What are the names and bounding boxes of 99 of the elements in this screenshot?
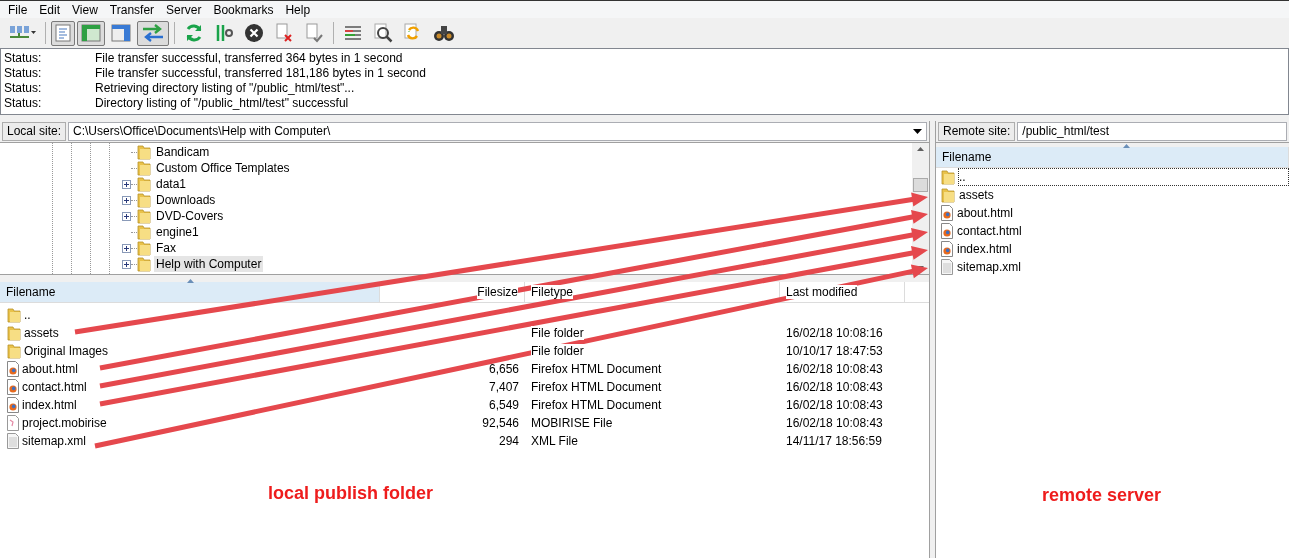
tree-item[interactable]: Downloads <box>154 192 218 208</box>
file-name[interactable]: Original Images <box>24 342 109 360</box>
browser-file-icon <box>941 205 953 221</box>
menu-item[interactable]: Help <box>279 0 317 19</box>
folder-icon <box>137 208 151 224</box>
tree-item[interactable]: Bandicam <box>154 144 212 160</box>
tree-item[interactable]: engine1 <box>154 224 201 240</box>
file-type: Firefox HTML Document <box>531 380 662 394</box>
file-type: File folder <box>531 326 584 340</box>
site-path-field[interactable]: C:\Users\Office\Documents\Help with Computer\ <box>68 122 927 141</box>
file-type: Firefox HTML Document <box>531 362 662 376</box>
folder-icon <box>137 192 151 208</box>
column-header[interactable]: Filename <box>936 147 1289 167</box>
log-message: Directory listing of "/public_html/test" successful <box>95 96 349 111</box>
folder-icon <box>137 240 151 256</box>
tree-toggle-icon[interactable] <box>77 20 105 46</box>
folder-icon <box>137 176 151 192</box>
log-message: File transfer successful, transferred 181,186 bytes in 1 second <box>95 66 426 81</box>
file-name[interactable]: .. <box>24 306 31 324</box>
file-name[interactable]: project.mobirise <box>22 414 107 432</box>
modified-date: 16/02/18 10:08:43 <box>786 380 883 394</box>
browser-file-icon <box>7 397 19 413</box>
log-message: File transfer successful, transferred 364 bytes in 1 second <box>95 51 403 66</box>
file-name[interactable]: .. <box>958 168 1289 186</box>
modified-date: 16/02/18 10:08:43 <box>786 416 883 430</box>
file-name[interactable]: contact.html <box>22 378 87 396</box>
file-type: MOBIRISE File <box>531 416 613 430</box>
file-name[interactable]: about.html <box>22 360 79 378</box>
modified-date: 10/10/17 18:47:53 <box>786 344 883 358</box>
tree-item[interactable]: Help with Computer <box>154 256 264 272</box>
browser-file-icon <box>941 241 953 257</box>
scroll-up-icon[interactable] <box>917 147 924 151</box>
site-label: Local site: <box>2 122 67 141</box>
file-name[interactable]: index.html <box>22 396 77 414</box>
scroll-thumb[interactable] <box>913 177 928 192</box>
folder-icon <box>137 256 151 272</box>
tree-item[interactable]: DVD-Covers <box>154 208 226 224</box>
file-name[interactable]: assets <box>958 186 1289 204</box>
folder-icon <box>137 144 151 160</box>
file-size: 6,549 <box>488 398 519 412</box>
log-label: Status: <box>4 96 43 111</box>
modified-date: 16/02/18 10:08:16 <box>786 326 883 340</box>
file-size: 294 <box>498 434 519 448</box>
text-file-icon <box>7 433 19 449</box>
site-path-field[interactable]: /public_html/test <box>1017 122 1287 141</box>
folder-icon <box>941 187 955 203</box>
menu-item[interactable]: Edit <box>33 0 67 19</box>
transfer-queue-icon[interactable] <box>137 20 169 46</box>
file-type: Firefox HTML Document <box>531 398 662 412</box>
browser-file-icon <box>941 223 953 239</box>
file-name[interactable]: assets <box>24 324 59 342</box>
tree-item[interactable]: data1 <box>154 176 189 192</box>
menu-item[interactable]: Server <box>160 0 208 19</box>
sort-arrow-icon <box>187 279 194 283</box>
file-name[interactable]: contact.html <box>956 222 1289 240</box>
file-size: 7,407 <box>488 380 519 394</box>
annotation-label: local publish folder <box>268 483 433 503</box>
dropdown-arrow-icon[interactable] <box>913 129 922 134</box>
modified-date: 16/02/18 10:08:43 <box>786 398 883 412</box>
file-size: 92,546 <box>482 416 519 430</box>
folder-icon <box>7 343 21 359</box>
folder-icon <box>7 325 21 341</box>
log-label: Status: <box>4 81 43 96</box>
column-header[interactable]: Filename <box>0 282 380 302</box>
browser-file-icon <box>7 379 19 395</box>
expand-icon[interactable] <box>122 259 131 269</box>
menu-item[interactable]: Transfer <box>103 0 161 19</box>
log-label: Status: <box>4 51 43 66</box>
menu-item[interactable]: File <box>2 0 34 19</box>
file-name[interactable]: sitemap.xml <box>22 432 86 450</box>
folder-icon <box>7 307 21 323</box>
log-toggle-icon[interactable] <box>51 20 75 46</box>
menu-item[interactable]: View <box>66 0 104 19</box>
browser-file-icon <box>7 361 19 377</box>
text-file-icon <box>941 259 953 275</box>
log-message: Retrieving directory listing of "/public_html/test"... <box>95 81 355 96</box>
expand-icon[interactable] <box>122 179 131 189</box>
sort-arrow-icon <box>1123 144 1130 148</box>
expand-icon[interactable] <box>122 243 131 253</box>
tree-item[interactable]: Fax <box>154 240 178 256</box>
file-icon <box>7 415 19 431</box>
folder-icon <box>941 169 955 185</box>
expand-icon[interactable] <box>122 211 131 221</box>
file-name[interactable]: about.html <box>956 204 1289 222</box>
expand-icon[interactable] <box>122 195 131 205</box>
tree-item[interactable]: Custom Office Templates <box>154 160 292 176</box>
folder-icon <box>137 160 151 176</box>
log-label: Status: <box>4 66 43 81</box>
file-name[interactable]: sitemap.xml <box>956 258 1289 276</box>
modified-date: 14/11/17 18:56:59 <box>786 434 882 448</box>
file-type: File folder <box>531 344 584 358</box>
modified-date: 16/02/18 10:08:43 <box>786 362 883 376</box>
file-type: XML File <box>531 434 578 448</box>
file-name[interactable]: index.html <box>956 240 1289 258</box>
site-label: Remote site: <box>938 122 1016 141</box>
folder-icon <box>137 224 151 240</box>
file-size: 6,656 <box>488 362 519 376</box>
annotation-label: remote server <box>1042 485 1162 505</box>
menu-item[interactable]: Bookmarks <box>207 0 280 19</box>
